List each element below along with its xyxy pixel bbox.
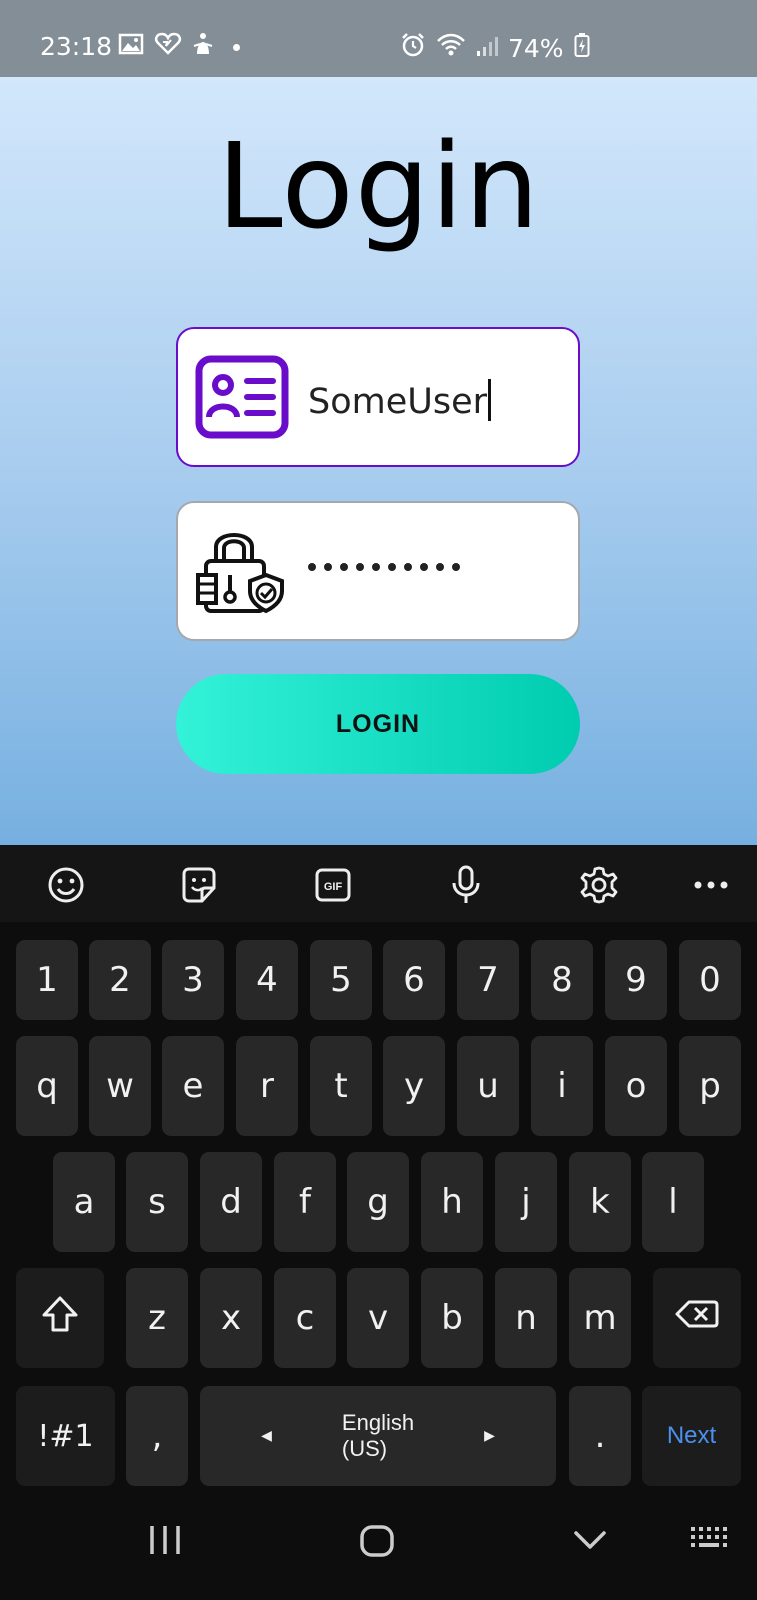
signal-icon bbox=[476, 34, 498, 63]
key-x[interactable]: x bbox=[200, 1268, 262, 1368]
key-v[interactable]: v bbox=[347, 1268, 409, 1368]
status-system-icons: 74% bbox=[400, 32, 590, 64]
key-n[interactable]: n bbox=[495, 1268, 557, 1368]
gif-icon[interactable]: GIF bbox=[311, 863, 355, 907]
login-button[interactable]: LOGIN bbox=[176, 674, 580, 774]
navigation-bar bbox=[0, 1492, 757, 1600]
recents-icon[interactable] bbox=[148, 1524, 182, 1556]
key-o[interactable]: o bbox=[605, 1036, 667, 1136]
key-t[interactable]: t bbox=[310, 1036, 372, 1136]
key-s[interactable]: s bbox=[126, 1152, 188, 1252]
key-f[interactable]: f bbox=[274, 1152, 336, 1252]
key-4[interactable]: 4 bbox=[236, 940, 298, 1020]
wifi-icon bbox=[436, 33, 466, 63]
key-8[interactable]: 8 bbox=[531, 940, 593, 1020]
backspace-icon bbox=[675, 1298, 719, 1338]
gallery-icon bbox=[118, 33, 144, 55]
key-0[interactable]: 0 bbox=[679, 940, 741, 1020]
key-1[interactable]: 1 bbox=[16, 940, 78, 1020]
status-bar: 23:18 74% bbox=[0, 0, 757, 77]
key-3[interactable]: 3 bbox=[162, 940, 224, 1020]
key-b[interactable]: b bbox=[421, 1268, 483, 1368]
back-icon[interactable] bbox=[573, 1524, 607, 1556]
keyboard-switch-icon[interactable] bbox=[689, 1524, 729, 1554]
key-e[interactable]: e bbox=[162, 1036, 224, 1136]
cursor-right-icon: ▶ bbox=[484, 1428, 495, 1444]
key-9[interactable]: 9 bbox=[605, 940, 667, 1020]
alarm-icon bbox=[400, 32, 426, 64]
key-z[interactable]: z bbox=[126, 1268, 188, 1368]
key-p[interactable]: p bbox=[679, 1036, 741, 1136]
battery-percent: 74% bbox=[508, 33, 564, 63]
username-input[interactable]: SomeUser bbox=[308, 379, 492, 422]
key-k[interactable]: k bbox=[569, 1152, 631, 1252]
shift-key[interactable] bbox=[16, 1268, 104, 1368]
key-c[interactable]: c bbox=[274, 1268, 336, 1368]
key-5[interactable]: 5 bbox=[310, 940, 372, 1020]
key-6[interactable]: 6 bbox=[383, 940, 445, 1020]
sticker-icon[interactable] bbox=[177, 863, 221, 907]
status-notification-icons bbox=[118, 32, 214, 56]
key-l[interactable]: l bbox=[642, 1152, 704, 1252]
username-field[interactable]: SomeUser bbox=[176, 327, 580, 467]
status-more-dot bbox=[233, 44, 240, 51]
status-time: 23:18 bbox=[40, 32, 113, 61]
key-7[interactable]: 7 bbox=[457, 940, 519, 1020]
key-u[interactable]: u bbox=[457, 1036, 519, 1136]
accessibility-icon bbox=[192, 32, 214, 56]
key-h[interactable]: h bbox=[421, 1152, 483, 1252]
key-2[interactable]: 2 bbox=[89, 940, 151, 1020]
heart-icon bbox=[154, 32, 182, 56]
more-icon[interactable] bbox=[689, 863, 733, 907]
key-w[interactable]: w bbox=[89, 1036, 151, 1136]
comma-key[interactable]: , bbox=[126, 1386, 188, 1486]
text-caret bbox=[488, 379, 492, 421]
key-i[interactable]: i bbox=[531, 1036, 593, 1136]
lock-shield-icon bbox=[194, 525, 286, 622]
period-key[interactable]: . bbox=[569, 1386, 631, 1486]
key-a[interactable]: a bbox=[53, 1152, 115, 1252]
username-value: SomeUser bbox=[308, 382, 488, 422]
key-q[interactable]: q bbox=[16, 1036, 78, 1136]
key-m[interactable]: m bbox=[569, 1268, 631, 1368]
microphone-icon[interactable] bbox=[444, 863, 488, 907]
symbols-key[interactable]: !#1 bbox=[16, 1386, 115, 1486]
space-key[interactable]: ◀ English (US) ▶ bbox=[200, 1386, 556, 1486]
battery-charging-icon bbox=[574, 32, 590, 64]
space-label: English (US) bbox=[341, 1410, 415, 1461]
cursor-left-icon: ◀ bbox=[261, 1428, 272, 1444]
backspace-key[interactable] bbox=[653, 1268, 741, 1368]
keyboard: 1 2 3 4 5 6 7 8 9 0 q w e r t y u i o p … bbox=[0, 922, 757, 1492]
svg-text:GIF: GIF bbox=[324, 881, 343, 893]
emoji-icon[interactable] bbox=[44, 863, 88, 907]
settings-icon[interactable] bbox=[577, 863, 621, 907]
next-key[interactable]: Next bbox=[642, 1386, 741, 1486]
password-field[interactable] bbox=[176, 501, 580, 641]
shift-icon bbox=[41, 1295, 79, 1342]
key-r[interactable]: r bbox=[236, 1036, 298, 1136]
page-title: Login bbox=[216, 117, 541, 255]
home-icon[interactable] bbox=[359, 1524, 395, 1558]
key-d[interactable]: d bbox=[200, 1152, 262, 1252]
key-g[interactable]: g bbox=[347, 1152, 409, 1252]
password-input[interactable] bbox=[308, 563, 460, 571]
id-card-icon bbox=[195, 355, 289, 444]
login-screen: Login SomeUser LOGIN bbox=[0, 77, 757, 845]
keyboard-toolbar: GIF bbox=[0, 845, 757, 922]
key-y[interactable]: y bbox=[383, 1036, 445, 1136]
key-j[interactable]: j bbox=[495, 1152, 557, 1252]
